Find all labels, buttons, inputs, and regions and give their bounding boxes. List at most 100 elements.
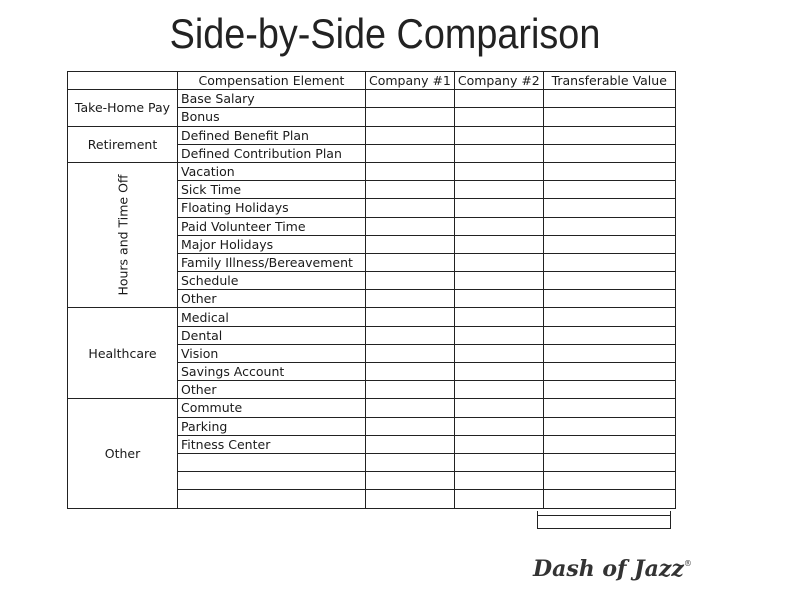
category-cell: Retirement <box>67 125 178 163</box>
company-2-cell[interactable] <box>453 307 544 327</box>
company-2-cell[interactable] <box>453 289 544 309</box>
company-2-cell[interactable] <box>453 398 544 418</box>
transferable-value-cell[interactable] <box>542 143 676 163</box>
company-1-cell[interactable] <box>365 489 455 509</box>
transferable-value-cell[interactable] <box>542 216 676 236</box>
company-1-cell[interactable] <box>365 180 455 200</box>
transferable-value-cell[interactable] <box>542 180 676 200</box>
company-2-cell[interactable] <box>453 216 544 236</box>
company-2-cell[interactable] <box>453 125 544 145</box>
company-2-cell[interactable] <box>453 452 544 473</box>
transferable-value-cell[interactable] <box>542 361 676 382</box>
category-cell: Take-Home Pay <box>67 89 178 127</box>
transferable-value-cell[interactable] <box>542 325 676 345</box>
transferable-value-cell[interactable] <box>542 161 676 182</box>
transferable-value-cell[interactable] <box>542 380 676 400</box>
company-1-cell[interactable] <box>365 416 455 436</box>
registered-mark: ® <box>683 559 692 568</box>
category-label: Retirement <box>87 136 158 152</box>
company-2-cell[interactable] <box>453 198 544 218</box>
company-1-cell[interactable] <box>365 452 455 473</box>
transferable-value-cell[interactable] <box>542 271 676 291</box>
company-1-cell[interactable] <box>365 434 455 454</box>
transferable-value-cell[interactable] <box>542 416 676 436</box>
transferable-value-cell[interactable] <box>542 307 676 327</box>
transferable-value-cell[interactable] <box>542 125 676 145</box>
company-1-cell[interactable] <box>365 307 455 327</box>
company-2-cell[interactable] <box>453 143 544 163</box>
company-1-cell[interactable] <box>365 398 455 418</box>
transferable-value-cell[interactable] <box>542 471 676 491</box>
compensation-element-cell: Medical <box>177 307 366 327</box>
compensation-element-cell: Defined Contribution Plan <box>177 143 366 163</box>
company-1-cell[interactable] <box>365 289 455 309</box>
compensation-element-cell[interactable] <box>177 471 366 491</box>
company-1-cell[interactable] <box>365 107 455 127</box>
company-1-cell[interactable] <box>365 343 455 364</box>
total-box[interactable] <box>537 511 671 529</box>
company-1-cell[interactable] <box>365 143 455 163</box>
company-2-cell[interactable] <box>453 343 544 364</box>
transferable-value-cell[interactable] <box>542 398 676 418</box>
transferable-value-cell[interactable] <box>542 452 676 473</box>
header-compensation-element: Compensation Element <box>177 70 366 91</box>
compensation-element-cell[interactable] <box>177 452 366 473</box>
company-2-cell[interactable] <box>453 89 544 109</box>
company-2-cell[interactable] <box>453 271 544 291</box>
transferable-value-cell[interactable] <box>542 107 676 127</box>
company-2-cell[interactable] <box>453 161 544 182</box>
company-1-cell[interactable] <box>365 216 455 236</box>
compensation-element-cell: Other <box>177 289 366 309</box>
transferable-value-cell[interactable] <box>542 252 676 273</box>
transferable-value-cell[interactable] <box>542 89 676 109</box>
category-cell: Other <box>67 398 178 509</box>
company-2-cell[interactable] <box>453 107 544 127</box>
company-2-cell[interactable] <box>453 361 544 382</box>
compensation-element-cell: Parking <box>177 416 366 436</box>
company-1-cell[interactable] <box>365 271 455 291</box>
transferable-value-cell[interactable] <box>542 289 676 309</box>
header-row: Compensation Element Company #1 Company … <box>67 70 676 91</box>
company-2-cell[interactable] <box>453 380 544 400</box>
company-1-cell[interactable] <box>365 380 455 400</box>
compensation-element-cell: Major Holidays <box>177 234 366 254</box>
company-2-cell[interactable] <box>453 489 544 509</box>
company-1-cell[interactable] <box>365 471 455 491</box>
company-2-cell[interactable] <box>453 252 544 273</box>
compensation-element-cell: Sick Time <box>177 180 366 200</box>
company-1-cell[interactable] <box>365 161 455 182</box>
table-row: Healthcare Medical <box>67 307 676 400</box>
company-1-cell[interactable] <box>365 325 455 345</box>
company-1-cell[interactable] <box>365 361 455 382</box>
header-company-1: Company #1 <box>365 70 455 91</box>
compensation-element-cell: Commute <box>177 398 366 418</box>
table-row: Hours and Time Off Vacation <box>67 161 676 309</box>
company-1-cell[interactable] <box>365 89 455 109</box>
company-1-cell[interactable] <box>365 125 455 145</box>
company-1-cell[interactable] <box>365 198 455 218</box>
transferable-value-cell[interactable] <box>542 198 676 218</box>
company-2-cell[interactable] <box>453 180 544 200</box>
compensation-element-cell: Other <box>177 380 366 400</box>
table-row: Take-Home Pay Base Salary <box>67 89 676 127</box>
transferable-value-cell[interactable] <box>542 343 676 364</box>
total-line <box>538 515 670 516</box>
company-2-cell[interactable] <box>453 234 544 254</box>
compensation-element-cell: Family Illness/Bereavement <box>177 252 366 273</box>
company-2-cell[interactable] <box>453 416 544 436</box>
category-label: Take-Home Pay <box>74 100 171 116</box>
company-2-cell[interactable] <box>453 325 544 345</box>
company-2-cell[interactable] <box>453 471 544 491</box>
category-label: Hours and Time Off <box>115 174 130 296</box>
company-1-cell[interactable] <box>365 252 455 273</box>
compensation-element-cell: Bonus <box>177 107 366 127</box>
transferable-value-cell[interactable] <box>542 489 676 509</box>
category-label: Other <box>104 445 141 461</box>
transferable-value-cell[interactable] <box>542 434 676 454</box>
comparison-table: Compensation Element Company #1 Company … <box>67 70 676 509</box>
company-2-cell[interactable] <box>453 434 544 454</box>
transferable-value-cell[interactable] <box>542 234 676 254</box>
header-category <box>67 70 178 91</box>
company-1-cell[interactable] <box>365 234 455 254</box>
compensation-element-cell[interactable] <box>177 489 366 509</box>
